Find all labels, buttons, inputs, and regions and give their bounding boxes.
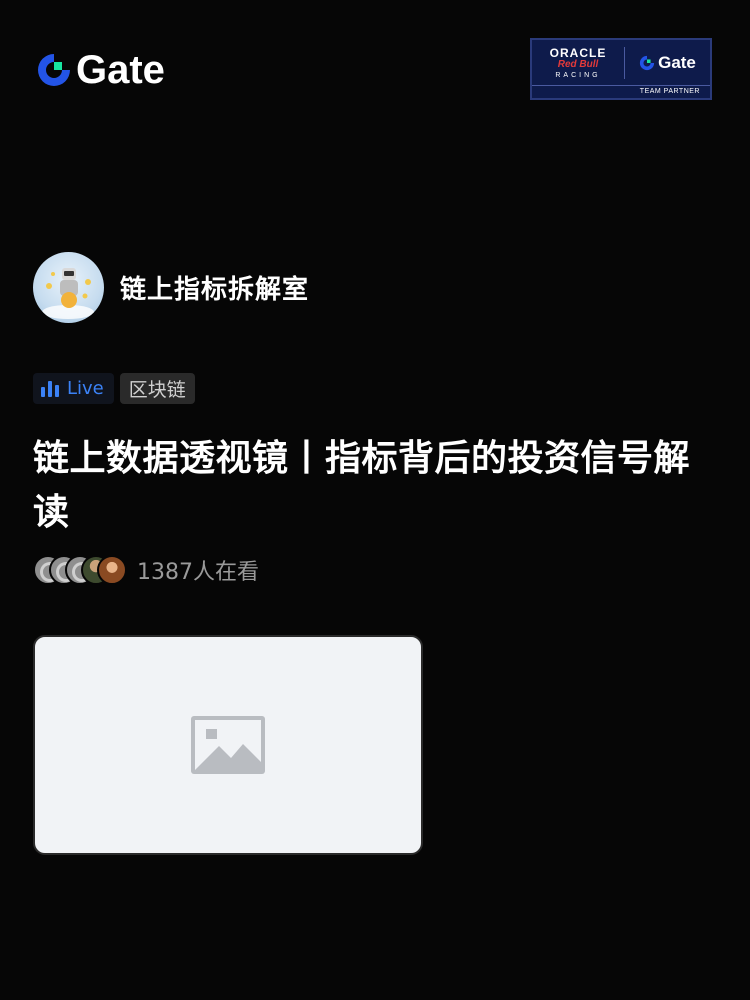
live-bars-icon (41, 380, 59, 397)
viewer-avatar (97, 555, 127, 585)
team-partner-label: TEAM PARTNER (532, 85, 710, 98)
gate-logo-text: Gate (76, 48, 165, 92)
stream-title: 链上数据透视镜丨指标背后的投资信号解读 (33, 438, 691, 533)
racing-label: RACING (555, 72, 601, 79)
gate-logo-icon (38, 54, 70, 86)
viewer-count: 1387人在看 (137, 560, 259, 585)
host-name[interactable]: 链上指标拆解室 (120, 269, 309, 306)
live-badge: Live (33, 373, 114, 404)
host-row[interactable]: 链上指标拆解室 (33, 252, 309, 323)
viewer-avatars (33, 555, 127, 585)
team-partner-badge: ORACLE Red Bull RACING Gate TEAM PARTNER (530, 38, 712, 100)
viewer-row: 1387人在看 (33, 554, 259, 586)
category-tag[interactable]: 区块链 (119, 373, 195, 404)
stream-cover[interactable] (33, 635, 423, 855)
partner-gate-label: Gate (658, 53, 696, 72)
oracle-label: ORACLE (549, 46, 607, 60)
gate-logo[interactable]: Gate (36, 50, 165, 90)
redbull-label: Red Bull (557, 59, 599, 70)
robot-avatar-icon (42, 268, 94, 319)
live-label: Live (67, 378, 104, 399)
stream-tags: Live 区块链 (33, 373, 195, 404)
image-placeholder-icon (191, 716, 265, 774)
host-avatar[interactable] (33, 252, 104, 323)
gate-small-icon (639, 55, 655, 71)
